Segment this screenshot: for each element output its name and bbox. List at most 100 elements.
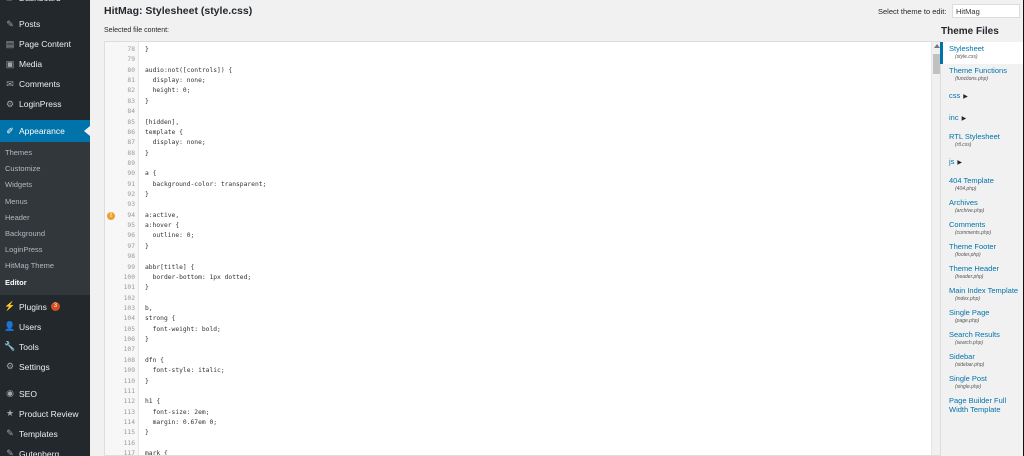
file-path: (style.css) <box>955 54 978 60</box>
submenu-item-loginpress[interactable]: LoginPress <box>0 242 90 258</box>
code-line: 99 abbr[title] { <box>105 263 940 273</box>
line-text: } <box>145 336 149 344</box>
file-stylesheet[interactable]: Stylesheet (style.css) <box>940 42 1023 64</box>
line-text: mark { <box>145 450 168 456</box>
selected-file-label: Selected file content: <box>104 27 169 34</box>
menu-item-loginpress[interactable]: ⚙ LoginPress <box>0 94 90 114</box>
submenu-item-background[interactable]: Background <box>0 226 90 242</box>
menu-item-label: Product Review <box>19 408 79 419</box>
line-text: abbr[title] { <box>145 263 195 271</box>
line-number: 104 <box>123 315 135 323</box>
line-number: 105 <box>123 325 135 333</box>
main-content: HitMag: Stylesheet (style.css) Select th… <box>90 0 1023 456</box>
code-line: 110} <box>105 377 940 387</box>
scroll-thumb[interactable] <box>933 54 940 74</box>
submenu-item-widgets[interactable]: Widgets <box>0 177 90 193</box>
file-comments[interactable]: Comments (comments.php) <box>941 218 1023 240</box>
line-text: outline: 0; <box>145 232 195 240</box>
dashboard-icon: ▰ <box>4 0 16 4</box>
line-number: 100 <box>123 273 135 281</box>
plugins-icon: ⚡ <box>4 301 16 312</box>
page-content-icon: ▤ <box>5 38 15 49</box>
menu-item-users[interactable]: 👤 Users <box>0 317 90 337</box>
update-count-badge: 3 <box>50 302 60 312</box>
code-line: 85 [hidden], <box>105 118 940 128</box>
line-number: 113 <box>123 408 135 416</box>
file-path: (rtl.css) <box>955 142 972 148</box>
expand-arrow-icon: ▶ <box>961 116 967 122</box>
folder-css[interactable]: css ▶ <box>941 86 1023 108</box>
submenu-item-editor[interactable]: Editor <box>0 275 90 291</box>
gutenberg-icon: ✎ <box>6 448 14 456</box>
menu-item-tools[interactable]: 🔧 Tools <box>0 337 90 357</box>
folder-name: css <box>949 91 961 100</box>
menu-item-appearance[interactable]: ✐ Appearance <box>0 120 90 142</box>
file-main-index-template[interactable]: Main Index Template (index.php) <box>941 284 1023 306</box>
submenu-item-themes[interactable]: Themes <box>0 145 90 161</box>
menu-item-gutenberg[interactable]: ✎ Gutenberg <box>0 444 90 456</box>
submenu-item-header[interactable]: Header <box>0 210 90 226</box>
menu-item-page-content[interactable]: ▤ Page Content <box>0 34 90 54</box>
submenu-item-customize[interactable]: Customize <box>0 161 90 177</box>
code-editor[interactable]: 78} 79 80 audio:not([controls]) {81 display… <box>104 41 941 456</box>
code-line: 78} <box>105 45 940 55</box>
menu-item-media[interactable]: ▣ Media <box>0 54 90 74</box>
submenu-item-hitmag-theme[interactable]: HitMag Theme <box>0 258 90 274</box>
theme-select[interactable]: HitMag <box>952 4 1020 18</box>
menu-item-seo[interactable]: ◉ SEO <box>0 384 90 404</box>
menu-item-product-review[interactable]: ★ Product Review <box>0 404 90 424</box>
file-single-post[interactable]: Single Post (single.php) <box>941 372 1023 394</box>
theme-files-list: Stylesheet (style.css) Theme Functions (fun… <box>940 42 1023 416</box>
submenu-item-menus[interactable]: Menus <box>0 194 90 210</box>
file-name: Sidebar <box>949 352 975 361</box>
code-line: 116 <box>105 439 940 449</box>
file-path: (comments.php) <box>955 230 992 236</box>
file-sidebar[interactable]: Sidebar (sidebar.php) <box>941 350 1023 372</box>
menu-item-templates[interactable]: ✎ Templates <box>0 424 90 444</box>
folder-js[interactable]: js ▶ <box>941 152 1023 174</box>
code-line: 103 b, <box>105 304 940 314</box>
line-number: 117 <box>123 450 135 456</box>
file-name: Stylesheet <box>949 44 985 53</box>
line-number: 106 <box>123 336 135 344</box>
file-name: 404 Template <box>949 176 994 185</box>
file-archives[interactable]: Archives (archive.php) <box>941 196 1023 218</box>
menu-item-posts[interactable]: ✎ Posts <box>0 14 90 34</box>
paintbrush-icon: ✐ <box>6 125 14 136</box>
menu-item-comments[interactable]: ✉ Comments <box>0 74 90 94</box>
file-name: Comments <box>949 220 986 229</box>
file-page-builder-full-width-template[interactable]: Page Builder Full Width Template <box>941 394 1023 416</box>
templates-icon: ✎ <box>6 428 14 439</box>
menu-item-settings[interactable]: ⚙ Settings <box>0 357 90 377</box>
code-line: 97} <box>105 242 940 252</box>
file-theme-functions[interactable]: Theme Functions (functions.php) <box>941 64 1023 86</box>
code-line: 101} <box>105 283 940 293</box>
folder-inc[interactable]: inc ▶ <box>941 108 1023 130</box>
file-single-page[interactable]: Single Page (page.php) <box>941 306 1023 328</box>
menu-item-label: Page Content <box>19 39 71 49</box>
folder-name: inc <box>949 113 959 122</box>
file-rtl-stylesheet[interactable]: RTL Stylesheet (rtl.css) <box>941 130 1023 152</box>
menu-item-label: LoginPress <box>19 99 62 109</box>
menu-item-dashboard[interactable]: ▰Dashboard <box>0 0 90 8</box>
line-number: 80 <box>127 66 135 74</box>
theme-files-panel: Theme Files Stylesheet (style.css) Theme F… <box>940 26 1023 456</box>
code-line: 79 <box>105 55 940 65</box>
file-theme-footer[interactable]: Theme Footer (footer.php) <box>941 240 1023 262</box>
file-search-results[interactable]: Search Results (search.php) <box>941 328 1023 350</box>
line-number: 115 <box>123 429 135 437</box>
menu-item-plugins[interactable]: ⚡ Plugins 3 <box>0 297 90 317</box>
file-theme-header[interactable]: Theme Header (header.php) <box>941 262 1023 284</box>
file-404-template[interactable]: 404 Template (404.php) <box>941 174 1023 196</box>
line-number: 84 <box>127 108 135 116</box>
appearance-submenu: Themes Customize Widgets Menus Header Backgro… <box>0 142 90 295</box>
file-name: Page Builder Full Width Template <box>949 396 1007 414</box>
file-name: Single Post <box>949 374 987 383</box>
file-name: Theme Footer <box>949 242 997 251</box>
line-number: 112 <box>123 398 135 406</box>
code-line: 81 display: none; <box>105 76 940 86</box>
line-text: a:active, <box>145 211 180 219</box>
code-line: 105 font-weight: bold; <box>105 325 940 335</box>
line-text: height: 0; <box>145 87 191 95</box>
file-name: Theme Header <box>949 264 1000 273</box>
